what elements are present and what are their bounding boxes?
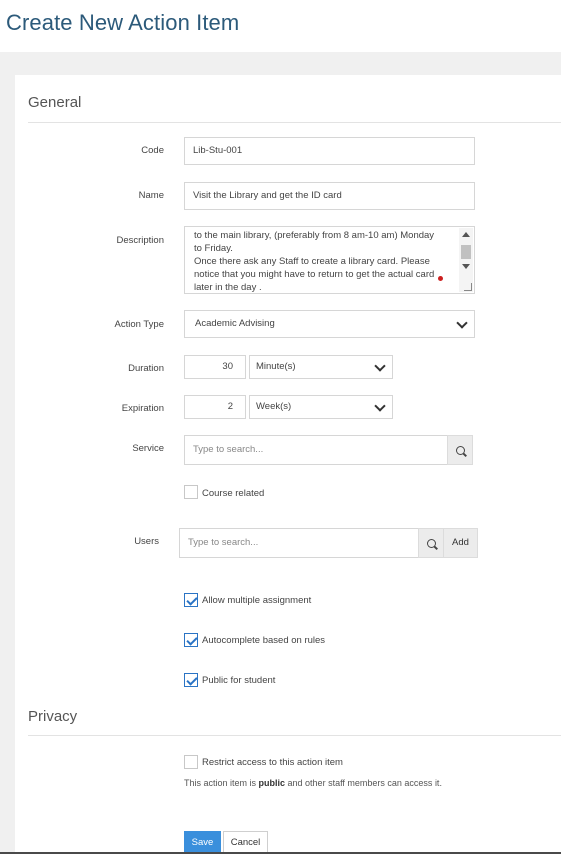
expiration-unit-select[interactable]: Week(s) [249, 395, 393, 419]
expiration-label: Expiration [121, 403, 164, 414]
resize-grip-icon[interactable] [464, 283, 472, 291]
privacy-note: This action item is public and other sta… [184, 778, 442, 788]
service-label: Service [132, 443, 164, 454]
search-icon [456, 446, 465, 455]
name-input[interactable]: Visit the Library and get the ID card [184, 182, 475, 210]
users-search-button[interactable] [418, 528, 444, 558]
description-line: to the main library, (preferably from 8 … [194, 230, 435, 241]
expiration-input[interactable]: 2 [184, 395, 246, 419]
allow-multiple-checkbox[interactable] [184, 593, 198, 607]
users-search-input[interactable]: Type to search... [179, 528, 419, 558]
action-type-select[interactable]: Academic Advising [184, 310, 475, 338]
description-textarea[interactable]: to the main library, (preferably from 8 … [184, 226, 475, 294]
cancel-button[interactable]: Cancel [223, 831, 268, 854]
course-related-checkbox[interactable] [184, 485, 198, 499]
restrict-access-label: Restrict access to this action item [202, 757, 343, 768]
duration-label: Duration [128, 363, 164, 374]
privacy-note-bold: public [258, 778, 286, 788]
course-related-label: Course related [202, 488, 265, 499]
search-icon [427, 539, 436, 548]
action-type-label: Action Type [114, 319, 164, 330]
description-line: Once there ask any Staff to create a lib… [194, 256, 430, 267]
privacy-note-suffix: and other staff members can access it. [285, 778, 442, 788]
description-line: to Friday. [194, 243, 233, 254]
users-placeholder: Type to search... [188, 537, 259, 548]
duration-input[interactable]: 30 [184, 355, 246, 379]
page-title: Create New Action Item [6, 10, 240, 35]
privacy-note-prefix: This action item is [184, 778, 259, 788]
autocomplete-checkbox[interactable] [184, 633, 198, 647]
service-search-input[interactable]: Type to search... [184, 435, 448, 465]
description-label: Description [116, 235, 164, 246]
scroll-thumb[interactable] [461, 245, 471, 259]
service-placeholder: Type to search... [193, 444, 264, 455]
chevron-down-icon [374, 360, 386, 372]
section-divider [28, 735, 561, 736]
section-title-general: General [28, 94, 82, 111]
description-line: later in the day . [194, 282, 262, 293]
expiration-unit-value: Week(s) [256, 401, 292, 412]
public-student-checkbox[interactable] [184, 673, 198, 687]
users-add-button[interactable]: Add [443, 528, 478, 558]
scroll-down-arrow-icon[interactable] [462, 264, 470, 269]
section-divider [28, 122, 561, 123]
service-search-button[interactable] [447, 435, 473, 465]
autocomplete-label: Autocomplete based on rules [202, 635, 326, 646]
chevron-down-icon [456, 317, 468, 329]
duration-unit-select[interactable]: Minute(s) [249, 355, 393, 379]
code-label: Code [141, 145, 164, 156]
code-input[interactable]: Lib-Stu-001 [184, 137, 475, 165]
spellcheck-marker-icon [438, 276, 443, 281]
description-line: notice that you might have to return to … [194, 269, 435, 280]
save-button[interactable]: Save [184, 831, 221, 854]
duration-unit-value: Minute(s) [256, 361, 296, 372]
chevron-down-icon [374, 400, 386, 412]
public-student-label: Public for student [202, 675, 276, 686]
section-title-privacy: Privacy [28, 708, 78, 725]
allow-multiple-label: Allow multiple assignment [202, 595, 312, 606]
name-label: Name [138, 190, 164, 201]
restrict-access-checkbox[interactable] [184, 755, 198, 769]
scroll-up-arrow-icon[interactable] [462, 232, 470, 237]
users-label: Users [134, 536, 159, 547]
action-type-value: Academic Advising [195, 318, 275, 329]
